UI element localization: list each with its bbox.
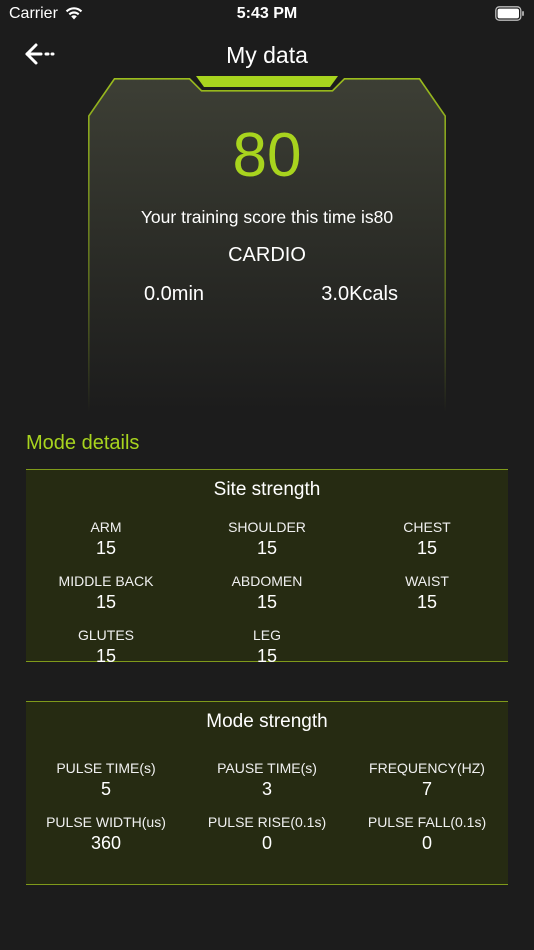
score-description: Your training score this time is80 (140, 207, 394, 227)
page-title: My data (226, 42, 308, 68)
site-strength-item: WAIST 15 (347, 573, 507, 612)
site-strength-label: CHEST (403, 519, 451, 535)
site-strength-label: GLUTES (77, 627, 134, 643)
site-strength-title: Site strength (213, 479, 321, 500)
site-strength-label: ABDOMEN (231, 573, 303, 589)
battery-icon (495, 6, 525, 27)
mode-strength-label: PAUSE TIME(s) (217, 760, 317, 776)
site-strength-item: CHEST 15 (347, 519, 507, 558)
training-duration: 0.0min (144, 283, 205, 305)
site-strength-label: SHOULDER (228, 519, 306, 535)
mode-strength-value: 0 (421, 833, 432, 853)
training-mode: CARDIO (228, 244, 306, 266)
mode-strength-value: 360 (90, 833, 122, 853)
site-strength-value: 15 (256, 592, 278, 612)
score-value: 80 (232, 121, 302, 190)
mode-strength-item: PAUSE TIME(s) 3 (187, 760, 347, 799)
status-time: 5:43 PM (236, 5, 298, 22)
mode-strength-label: FREQUENCY(HZ) (369, 760, 485, 776)
mode-details-title: Mode details (26, 432, 140, 454)
site-strength-item: LEG 15 (187, 627, 347, 666)
mode-strength-item: PULSE TIME(s) 5 (26, 760, 186, 799)
site-strength-value: 15 (95, 646, 117, 666)
mode-strength-panel: Mode strength PULSE TIME(s) 5 PAUSE TIME… (26, 701, 508, 885)
nav-bar: My data (0, 34, 534, 74)
mode-strength-value: 3 (261, 779, 272, 799)
site-strength-item: SHOULDER 15 (187, 519, 347, 558)
site-strength-item: GLUTES 15 (26, 627, 186, 666)
mode-strength-title: Mode strength (206, 711, 328, 732)
mode-strength-label: PULSE FALL(0.1s) (367, 814, 487, 830)
mode-strength-label: PULSE RISE(0.1s) (207, 814, 327, 830)
site-strength-item: MIDDLE BACK 15 (26, 573, 186, 612)
mode-strength-value: 0 (261, 833, 272, 853)
score-card: 80 Your training score this time is80 CA… (88, 76, 446, 412)
mode-strength-item: PULSE FALL(0.1s) 0 (347, 814, 507, 853)
mode-strength-label: PULSE TIME(s) (56, 760, 156, 776)
mode-strength-label: PULSE WIDTH(us) (46, 814, 166, 830)
mode-strength-value: 7 (421, 779, 432, 799)
site-strength-value: 15 (256, 538, 278, 558)
site-strength-label: ARM (90, 519, 122, 535)
site-strength-panel: Site strength ARM 15 SHOULDER 15 CHEST 1… (26, 469, 508, 666)
site-strength-item: ARM 15 (26, 519, 186, 558)
site-strength-value: 15 (95, 538, 117, 558)
site-strength-value: 15 (416, 538, 438, 558)
site-strength-item: ABDOMEN 15 (187, 573, 347, 612)
mode-strength-item: PULSE WIDTH(us) 360 (26, 814, 186, 853)
mode-strength-item: PULSE RISE(0.1s) 0 (187, 814, 347, 853)
site-strength-value: 15 (256, 646, 278, 666)
site-strength-label: MIDDLE BACK (58, 573, 154, 589)
status-bar: Carrier 5:43 PM (0, 0, 534, 28)
calories-burned: 3.0Kcals (321, 283, 398, 305)
site-strength-value: 15 (95, 592, 117, 612)
site-strength-label: LEG (252, 627, 281, 643)
mode-strength-item: FREQUENCY(HZ) 7 (347, 760, 507, 799)
site-strength-value: 15 (416, 592, 438, 612)
mode-strength-value: 5 (100, 779, 111, 799)
site-strength-label: WAIST (405, 573, 449, 589)
